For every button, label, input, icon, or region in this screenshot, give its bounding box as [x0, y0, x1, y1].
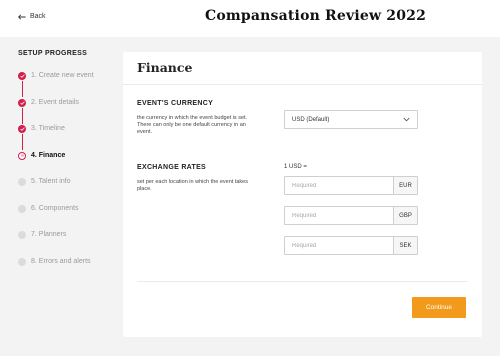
pending-step-icon [18, 204, 26, 213]
step-label: 7. Planners [31, 231, 67, 238]
page-title: Compansation Review 2022 [205, 8, 427, 24]
step-errors-and-alerts[interactable]: 8. Errors and alerts [18, 257, 118, 285]
step-event-details[interactable]: 2. Event details [18, 98, 118, 126]
chevron-down-icon [403, 117, 410, 122]
top-bar: Back Compansation Review 2022 [0, 0, 500, 37]
step-label: 2. Event details [31, 98, 79, 106]
step-label: 4. Finance [31, 151, 66, 159]
current-step-icon [18, 151, 26, 160]
step-talent-info[interactable]: 5. Talent info [18, 178, 118, 205]
divider [137, 281, 468, 282]
pending-step-icon [18, 257, 26, 266]
sidebar-heading: SETUP PROGRESS [18, 50, 88, 57]
rate-row-sek: SEK [284, 236, 418, 255]
section-title: Finance [137, 60, 193, 75]
currency-code: GBP [393, 207, 417, 224]
arrow-left-icon [18, 14, 26, 19]
step-label: 5. Talent info [31, 178, 71, 185]
currency-code: SEK [393, 237, 417, 254]
check-icon [18, 125, 26, 133]
step-label: 8. Errors and alerts [31, 257, 91, 265]
step-planners[interactable]: 7. Planners [18, 231, 118, 258]
gbp-rate-input[interactable] [285, 207, 393, 224]
exchange-rates-description: set per each location in which the event… [137, 179, 248, 193]
pending-step-icon [18, 178, 26, 186]
currency-code: EUR [393, 177, 417, 194]
card-header: Finance [123, 52, 482, 85]
currency-heading: EVENT'S CURRENCY [137, 100, 214, 107]
back-label: Back [30, 13, 46, 20]
step-components[interactable]: 6. Components [18, 204, 118, 232]
currency-select[interactable]: USD (Default) [284, 110, 418, 129]
check-icon [18, 98, 26, 107]
check-icon [18, 72, 26, 80]
step-label: 3. Timeline [31, 125, 65, 132]
step-create-new-event[interactable]: 1. Create new event [18, 72, 118, 99]
step-connector [21, 134, 23, 150]
continue-button[interactable]: Continue [412, 297, 466, 318]
steps-list: 1. Create new event 2. Event details 3. … [18, 72, 118, 284]
rate-row-gbp: GBP [284, 206, 418, 225]
eur-rate-input[interactable] [285, 177, 393, 194]
sek-rate-input[interactable] [285, 237, 393, 254]
setup-progress-sidebar: SETUP PROGRESS 1. Create new event 2. Ev… [18, 50, 118, 284]
exchange-rates-heading: EXCHANGE RATES [137, 164, 207, 171]
step-timeline[interactable]: 3. Timeline [18, 125, 118, 152]
base-rate-label: 1 USD = [284, 164, 307, 170]
finance-card: Finance EVENT'S CURRENCY the currency in… [123, 52, 482, 337]
currency-description: the currency in which the event budget i… [137, 115, 248, 136]
step-connector [21, 107, 23, 124]
currency-select-value: USD (Default) [292, 116, 330, 123]
back-link[interactable]: Back [18, 13, 46, 20]
pending-step-icon [18, 231, 26, 239]
step-label: 6. Components [31, 204, 79, 212]
step-connector [21, 81, 23, 97]
step-label: 1. Create new event [31, 72, 94, 79]
rate-row-eur: EUR [284, 176, 418, 195]
step-finance[interactable]: 4. Finance [18, 151, 118, 179]
